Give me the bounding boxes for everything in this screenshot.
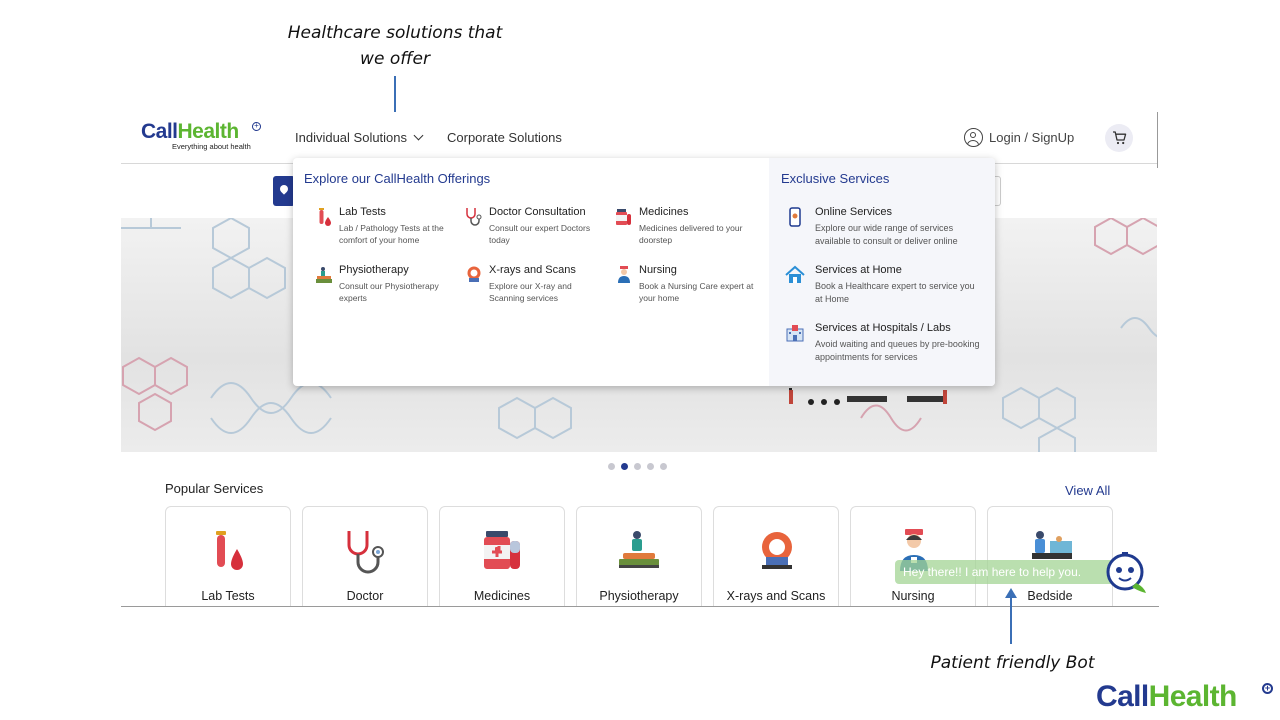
carousel-dot-active[interactable] [621, 463, 628, 470]
menu-item-desc: Medicines delivered to your doorstep [639, 223, 743, 245]
corner-brand-logo: CallHealth [1096, 680, 1237, 714]
plus-icon: + [1262, 683, 1273, 694]
menu-item-desc: Consult our expert Doctors today [489, 223, 591, 245]
chevron-down-icon [413, 130, 424, 141]
popular-services-title: Popular Services [165, 481, 264, 496]
location-button[interactable] [273, 176, 295, 206]
scanner-icon [467, 266, 481, 282]
card-label: Physiotherapy [599, 589, 679, 603]
logo-text-call: Call [141, 120, 178, 143]
medicine-icon [616, 209, 631, 225]
carousel-dot[interactable] [634, 463, 641, 470]
menu-item-name: X-rays and Scans [489, 264, 576, 276]
menu-item-name: Doctor Consultation [489, 206, 586, 218]
offerings-title: Explore our CallHealth Offerings [304, 171, 491, 186]
divider [121, 606, 1159, 607]
menu-item-desc: Book a Healthcare expert to service you … [815, 281, 975, 304]
view-all-link[interactable]: View All [1065, 483, 1110, 498]
service-card-physiotherapy[interactable]: Physiotherapy [576, 506, 702, 607]
menu-item-name: Services at Hospitals / Labs [815, 322, 951, 334]
cart-icon [1112, 131, 1126, 145]
card-label: Lab Tests [201, 589, 255, 603]
solutions-dropdown-menu: Explore our CallHealth Offerings Lab Tes… [293, 158, 995, 386]
menu-item-name: Lab Tests [339, 206, 386, 218]
scanner-icon [762, 532, 792, 569]
menu-item-name: Online Services [815, 206, 893, 218]
service-card-nursing[interactable]: Nursing [850, 506, 976, 607]
stethoscope-icon [347, 531, 384, 574]
bot-message-bubble[interactable]: Hey there!! I am here to help you. [895, 560, 1115, 584]
service-card-xrays[interactable]: X-rays and Scans [713, 506, 839, 607]
carousel-indicators [608, 463, 667, 470]
nurse-icon [618, 266, 630, 283]
home-icon [785, 265, 805, 283]
cart-button[interactable] [1105, 124, 1133, 152]
nav-individual-solutions[interactable]: Individual Solutions [295, 130, 424, 145]
hospital-icon [786, 325, 804, 342]
annotation-bot: Patient friendly Bot [930, 653, 1095, 673]
annotation-solutions: Healthcare solutions that we offer [280, 20, 510, 72]
exclusive-title: Exclusive Services [781, 171, 890, 186]
logo-text-call: Call [1096, 680, 1149, 713]
menu-item-desc: Explore our wide range of services avail… [815, 223, 958, 246]
nav-individual-label: Individual Solutions [295, 130, 408, 145]
arrow-up-icon [1005, 588, 1017, 644]
logo-text-health: Health [177, 120, 240, 143]
test-tube-icon [216, 531, 243, 570]
user-icon [964, 128, 983, 147]
annotation-line-2: we offer [360, 49, 430, 69]
menu-item-desc: Explore our X-ray and Scanning services [489, 281, 572, 303]
menu-item-name: Medicines [639, 206, 689, 218]
carousel-dot[interactable] [608, 463, 615, 470]
logo-tagline: Everything about health [172, 142, 251, 151]
card-label: Doctor [346, 589, 384, 603]
offerings-panel: Explore our CallHealth Offerings Lab Tes… [293, 158, 769, 386]
physiotherapy-icon [619, 531, 659, 568]
service-card-lab-tests[interactable]: Lab Tests [165, 506, 291, 607]
card-label: X-rays and Scans [726, 589, 826, 603]
menu-item-desc: Lab / Pathology Tests at the comfort of … [339, 223, 444, 245]
exclusive-services-panel: Exclusive Services Online Services Explo… [769, 158, 995, 386]
menu-item-name: Nursing [639, 264, 677, 276]
service-card-medicines[interactable]: Medicines [439, 506, 565, 607]
plus-icon: + [252, 122, 261, 131]
phone-icon [789, 207, 801, 227]
test-tube-icon [319, 208, 331, 226]
header: CallHealth + Everything about health Ind… [121, 112, 1157, 164]
medicine-icon [484, 531, 520, 569]
nav-corporate-solutions[interactable]: Corporate Solutions [447, 130, 562, 145]
menu-item-name: Physiotherapy [339, 264, 409, 276]
physiotherapy-icon [316, 267, 332, 283]
chatbot-icon[interactable] [1101, 552, 1147, 594]
menu-item-desc: Avoid waiting and queues by pre-booking … [815, 339, 980, 362]
logo-text-health: Health [1148, 680, 1238, 713]
stethoscope-icon [466, 208, 482, 226]
popular-services-list: Lab Tests Doctor Medicines Physiotherapy… [165, 506, 1113, 607]
menu-item-desc: Book a Nursing Care expert at your home [639, 281, 754, 303]
login-signup-button[interactable]: Login / SignUp [964, 128, 1074, 147]
card-label: Medicines [473, 589, 531, 603]
carousel-dot[interactable] [660, 463, 667, 470]
menu-item-name: Services at Home [815, 264, 902, 276]
carousel-dot[interactable] [647, 463, 654, 470]
brand-logo[interactable]: CallHealth + Everything about health [141, 120, 261, 151]
service-card-doctor[interactable]: Doctor [302, 506, 428, 607]
card-label: Nursing [891, 589, 935, 603]
annotation-line-1: Healthcare solutions that [287, 23, 503, 43]
menu-item-desc: Consult our Physiotherapy experts [339, 281, 439, 303]
login-label: Login / SignUp [989, 130, 1075, 145]
